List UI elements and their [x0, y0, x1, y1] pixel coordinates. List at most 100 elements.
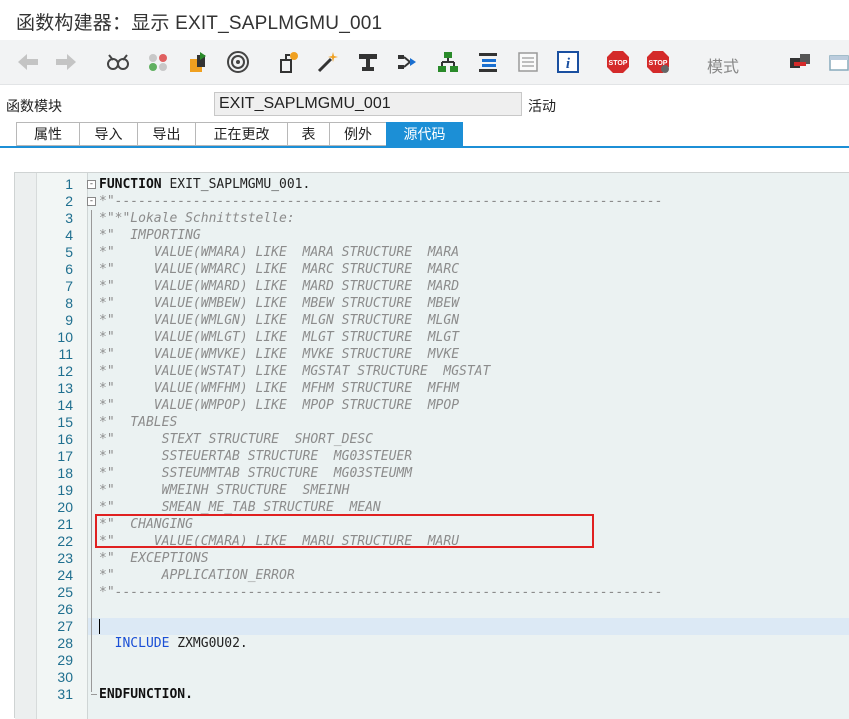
tab-export[interactable]: 导出: [137, 122, 195, 146]
code-line[interactable]: *" VALUE(WMARA) LIKE MARA STRUCTURE MARA: [99, 244, 459, 261]
info-icon[interactable]: i: [556, 50, 580, 74]
code-line[interactable]: *"--------------------------------------…: [99, 193, 663, 210]
line-number: 7: [65, 278, 73, 294]
code-text: .: [185, 687, 193, 702]
function-module-name-field[interactable]: EXIT_SAPLMGMU_001: [214, 92, 522, 116]
line-number: 8: [65, 295, 73, 311]
svg-text:STOP: STOP: [609, 60, 628, 67]
tab-tables[interactable]: 表: [287, 122, 329, 146]
line-number: 26: [57, 601, 73, 617]
function-module-status: 活动: [528, 98, 556, 114]
code-line[interactable]: *" VALUE(WMFHM) LIKE MFHM STRUCTURE MFHM: [99, 380, 459, 397]
function-module-name: EXIT_SAPLMGMU_001: [219, 95, 391, 112]
code-line[interactable]: *" VALUE(WMLGN) LIKE MLGN STRUCTURE MLGN: [99, 312, 459, 329]
page-icon[interactable]: [516, 50, 540, 74]
line-number: 27: [57, 618, 73, 634]
function-module-row: 函数模块 EXIT_SAPLMGMU_001 活动: [0, 92, 849, 118]
code-line[interactable]: *" STEXT STRUCTURE SHORT_DESC: [99, 431, 373, 448]
tab-strip: 属性 导入 导出 正在更改 表 例外 源代码: [16, 122, 463, 146]
display-object-icon[interactable]: [788, 50, 812, 74]
code-line[interactable]: ENDFUNCTION.: [99, 686, 193, 703]
balls-icon[interactable]: [146, 50, 170, 74]
highlight-box: [95, 514, 594, 548]
fold-toggle-icon[interactable]: -: [87, 180, 96, 189]
target-icon[interactable]: [226, 50, 250, 74]
editor-gutter: [15, 173, 37, 719]
tab-exceptions[interactable]: 例外: [329, 122, 386, 146]
line-number: 2: [65, 193, 73, 209]
code-line[interactable]: *" TABLES: [99, 414, 177, 431]
current-line-highlight: [88, 618, 849, 635]
code-line[interactable]: *" WMEINH STRUCTURE SMEINH: [99, 482, 349, 499]
tab-import[interactable]: 导入: [79, 122, 137, 146]
abap-editor[interactable]: 1 FUNCTION EXIT_SAPLMGMU_001. 2 *"---------…: [14, 172, 849, 719]
code-line[interactable]: *" IMPORTING: [99, 227, 201, 244]
code-line[interactable]: INCLUDE ZXMG0U02.: [99, 635, 248, 652]
mode-label[interactable]: 模式: [707, 53, 739, 77]
stop-red-icon[interactable]: STOP: [646, 50, 670, 74]
fold-toggle-icon[interactable]: -: [87, 197, 96, 206]
glasses-icon[interactable]: [106, 50, 130, 74]
line-number: 14: [57, 397, 73, 413]
line-number: 16: [57, 431, 73, 447]
code-line[interactable]: *" EXCEPTIONS: [99, 550, 209, 567]
code-line[interactable]: *" SSTEUMMTAB STRUCTURE MG03STEUMM: [99, 465, 412, 482]
code-text: ZXMG0U02.: [169, 636, 248, 651]
keyword: ENDFUNCTION: [99, 687, 186, 702]
magic-wand-icon[interactable]: [316, 50, 340, 74]
tab-attributes[interactable]: 属性: [16, 122, 79, 146]
code-line[interactable]: *" VALUE(WMARC) LIKE MARC STRUCTURE MARC: [99, 261, 459, 278]
back-arrow-icon[interactable]: [16, 50, 40, 74]
keyword: FUNCTION: [99, 177, 162, 192]
code-line[interactable]: *"--------------------------------------…: [99, 584, 663, 601]
line-number: 12: [57, 363, 73, 379]
layout-icon[interactable]: [828, 50, 849, 74]
stop-icon[interactable]: STOP: [606, 50, 630, 74]
application-toolbar: i STOP STOP 模式: [0, 40, 849, 85]
line-number: 31: [57, 686, 73, 702]
stamp-icon[interactable]: [356, 50, 380, 74]
fold-line: [91, 210, 92, 692]
active-tab-indicator: [420, 142, 430, 147]
code-line[interactable]: *" APPLICATION_ERROR: [99, 567, 295, 584]
line-number: 30: [57, 669, 73, 685]
line-number: 11: [58, 346, 73, 362]
line-number: 10: [57, 329, 73, 345]
line-number: 9: [65, 312, 73, 328]
hierarchy-icon[interactable]: [436, 50, 460, 74]
forward-arrow-icon[interactable]: [54, 50, 78, 74]
window-title: 函数构建器：显示 EXIT_SAPLMGMU_001: [16, 13, 383, 34]
line-number: 20: [57, 499, 73, 515]
line-number: 5: [65, 244, 73, 260]
stack-icon[interactable]: [476, 50, 500, 74]
code-line[interactable]: *" VALUE(WSTAT) LIKE MGSTAT STRUCTURE MG…: [99, 363, 490, 380]
code-text: EXIT_SAPLMGMU_001.: [161, 177, 311, 192]
line-number: 17: [57, 448, 73, 464]
line-number: 21: [57, 516, 73, 532]
code-line[interactable]: *"*"Lokale Schnittstelle:: [99, 210, 295, 227]
code-line[interactable]: *" VALUE(WMBEW) LIKE MBEW STRUCTURE MBEW: [99, 295, 459, 312]
line-number: 6: [65, 261, 73, 277]
line-number: 1: [65, 176, 73, 192]
line-number: 25: [57, 584, 73, 600]
object-tree-icon[interactable]: [277, 50, 301, 74]
line-number: 19: [57, 482, 73, 498]
line-number: 28: [57, 635, 73, 651]
line-number: 29: [57, 652, 73, 668]
code-line[interactable]: *" VALUE(WMLGT) LIKE MLGT STRUCTURE MLGT: [99, 329, 459, 346]
tab-changing[interactable]: 正在更改: [195, 122, 287, 146]
fold-end: [91, 694, 97, 695]
code-line[interactable]: *" VALUE(WMVKE) LIKE MVKE STRUCTURE MVKE: [99, 346, 459, 363]
line-number: 3: [65, 210, 73, 226]
line-number: 15: [57, 414, 73, 430]
code-line[interactable]: FUNCTION EXIT_SAPLMGMU_001.: [99, 176, 310, 193]
line-number: 23: [57, 550, 73, 566]
branch-icon[interactable]: [396, 50, 420, 74]
line-number: 13: [57, 380, 73, 396]
transport-icon[interactable]: [186, 50, 210, 74]
code-line[interactable]: *" VALUE(WMARD) LIKE MARD STRUCTURE MARD: [99, 278, 459, 295]
code-line[interactable]: *" SSTEUERTAB STRUCTURE MG03STEUER: [99, 448, 412, 465]
code-line[interactable]: *" VALUE(WMPOP) LIKE MPOP STRUCTURE MPOP: [99, 397, 459, 414]
line-number: 22: [57, 533, 73, 549]
